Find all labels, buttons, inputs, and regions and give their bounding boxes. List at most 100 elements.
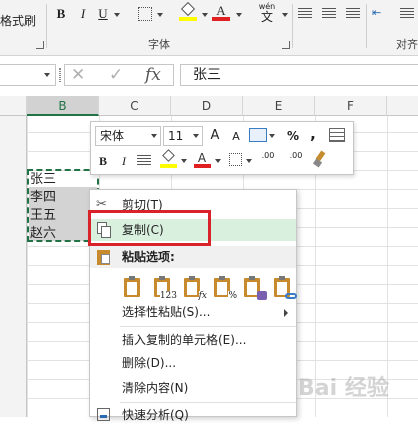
menu-item-clear-contents[interactable]: 清除内容(N) (90, 377, 296, 399)
column-header-b[interactable]: B (27, 96, 99, 116)
column-header-c[interactable]: C (99, 96, 171, 116)
clipboard-launcher-icon[interactable] (36, 41, 44, 49)
phonetic-guide-icon[interactable]: wén 文 (254, 2, 280, 26)
formula-input[interactable]: 张三 (180, 64, 418, 86)
accounting-format-icon[interactable] (249, 128, 267, 142)
cell-b-3[interactable]: 王五 (30, 207, 90, 225)
menu-item-paste-special-label: 选择性粘贴(S)... (122, 305, 211, 319)
submenu-arrow-icon (284, 309, 288, 317)
phonetic-dropdown-icon[interactable] (282, 13, 288, 17)
menu-item-insert-copied-label: 插入复制的单元格(E)... (122, 333, 247, 347)
paste-option-keep-source-format[interactable] (242, 276, 267, 300)
mini-fill-color-icon[interactable] (161, 149, 177, 163)
phonetic-guide-char: 文 (260, 10, 273, 24)
align-left-icon[interactable] (298, 8, 312, 18)
paste-icon (96, 249, 112, 265)
comma-button[interactable]: , (307, 125, 319, 143)
mini-font-color-dropdown-icon[interactable] (215, 159, 221, 163)
mini-fill-color-bar (160, 164, 177, 168)
fill-color-icon[interactable] (180, 1, 196, 17)
quick-analysis-icon (96, 407, 112, 423)
decrease-indent-icon[interactable]: ⇤ (372, 6, 392, 20)
mini-border-icon[interactable] (229, 153, 242, 166)
cell-b-2[interactable]: 李四 (30, 189, 90, 207)
percent-button[interactable]: % (285, 127, 301, 145)
border-dropdown-icon[interactable] (157, 13, 163, 17)
format-painter-icon[interactable] (312, 150, 327, 168)
fill-color-dropdown-icon[interactable] (202, 13, 208, 17)
paste-option-link[interactable] (272, 276, 297, 300)
merge-cells-icon[interactable] (329, 128, 345, 142)
menu-item-delete[interactable]: 删除(D)... (90, 352, 296, 374)
watermark-logo: Bai 经验 (298, 376, 389, 401)
menu-item-delete-label: 删除(D)... (122, 356, 177, 370)
grow-font-button[interactable]: A (207, 127, 223, 145)
formula-buttons: ✕ ✓ fx (64, 64, 174, 86)
font-launcher-icon[interactable] (282, 41, 290, 49)
cancel-icon[interactable]: ✕ (71, 65, 85, 85)
link-icon (285, 293, 297, 299)
italic-button[interactable]: I (74, 5, 92, 23)
fill-color-bar (179, 17, 197, 21)
mini-bold-button[interactable]: B (95, 152, 111, 170)
brush-icon (257, 291, 267, 300)
name-box[interactable] (0, 64, 56, 86)
menu-item-paste-special[interactable]: 选择性粘贴(S)... (90, 301, 296, 323)
font-color-dropdown-icon[interactable] (236, 13, 242, 17)
menu-item-quick-analysis-label: 快速分析(Q) (122, 408, 189, 422)
paste-option-formulas-number-format[interactable]: % (212, 276, 237, 301)
underline-button[interactable]: U (94, 5, 112, 23)
paste-values-tag: 123 (159, 291, 177, 301)
paste-options-header: 粘贴选项: (90, 246, 296, 268)
decrease-decimal-button[interactable]: .00 (285, 151, 307, 169)
ribbon-separator (292, 4, 293, 48)
column-header-d[interactable]: D (171, 96, 243, 116)
mini-italic-button[interactable]: I (117, 152, 131, 170)
accounting-dropdown-icon[interactable] (269, 134, 275, 138)
insert-function-icon[interactable]: fx (145, 65, 161, 85)
underline-dropdown-icon[interactable] (114, 13, 120, 17)
font-name-dropdown-icon[interactable] (151, 134, 157, 138)
name-box-dropdown-icon[interactable] (44, 73, 50, 77)
font-size-dropdown-icon[interactable] (193, 134, 199, 138)
align-center-icon[interactable] (322, 8, 336, 18)
annotation-highlight-box (88, 210, 211, 246)
indent-icon[interactable] (400, 8, 414, 18)
shrink-font-button[interactable]: A (229, 128, 243, 146)
column-header-row: B C D E F (0, 96, 418, 116)
mini-fill-dropdown-icon[interactable] (181, 159, 187, 163)
ribbon-separator (366, 4, 367, 48)
mini-toolbar: 宋体 11 A A % , B I A .00 .00 (90, 121, 354, 175)
mini-font-color-bar (194, 164, 211, 168)
ribbon: 格式刷 B I U A wén 文 ⇤ 字体 对齐 (0, 0, 418, 56)
border-icon[interactable] (138, 7, 152, 21)
mini-border-dropdown-icon[interactable] (246, 159, 252, 163)
row-header-column[interactable] (0, 116, 27, 417)
paste-option-paste[interactable] (122, 276, 144, 300)
column-header-f[interactable]: F (315, 96, 387, 116)
enter-icon[interactable]: ✓ (109, 65, 123, 85)
menu-item-clear-label: 清除内容(N) (122, 381, 189, 395)
cell-b-1[interactable]: 张三 (30, 171, 90, 189)
formula-bar-grip-icon[interactable] (59, 68, 61, 82)
align-right-icon[interactable] (346, 8, 360, 18)
paste-percent-tag: % (228, 291, 237, 301)
menu-item-quick-analysis[interactable]: 快速分析(Q) (90, 404, 296, 426)
paste-option-values[interactable]: 123 (152, 276, 177, 301)
alignment-group-label: 对齐 (396, 38, 418, 51)
column-header-e[interactable]: E (243, 96, 315, 116)
format-painter-label[interactable]: 格式刷 (0, 12, 36, 29)
menu-item-insert-copied-cells[interactable]: 插入复制的单元格(E)... (90, 329, 296, 351)
menu-separator (120, 326, 296, 327)
paste-options-label: 粘贴选项: (122, 250, 175, 264)
paste-formulas-tag: fx (198, 291, 207, 301)
clipboard-icon (124, 276, 140, 297)
cell-b-4[interactable]: 赵六 (30, 225, 90, 243)
menu-separator (120, 402, 296, 403)
select-all-corner[interactable] (0, 96, 27, 116)
bold-button[interactable]: B (52, 5, 70, 23)
increase-decimal-button[interactable]: .00 (257, 151, 279, 169)
mini-center-icon[interactable] (137, 155, 151, 166)
paste-option-formulas[interactable]: fx (182, 276, 207, 301)
font-color-bar (212, 17, 230, 21)
